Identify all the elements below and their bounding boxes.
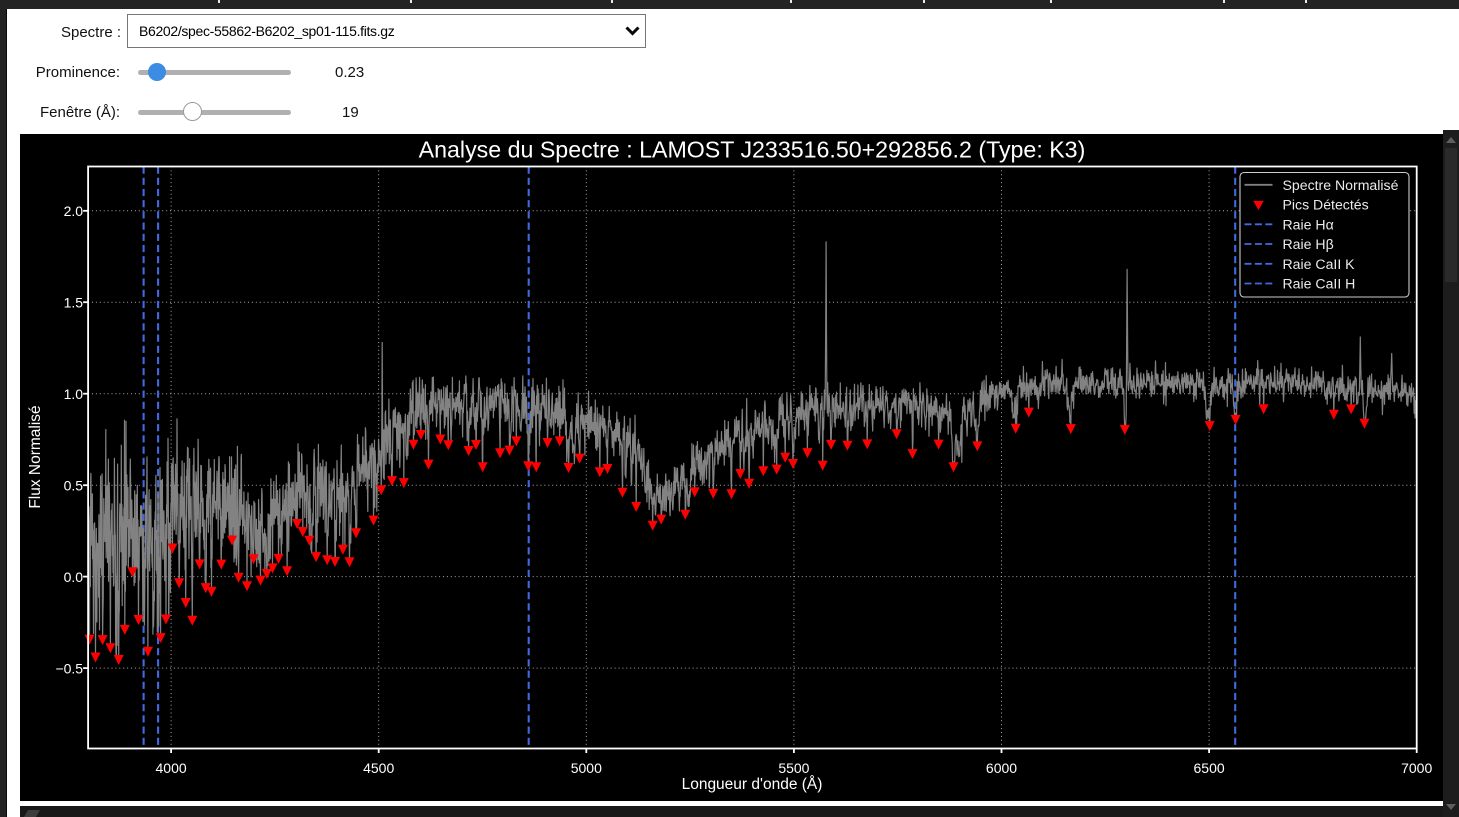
svg-text:1.0: 1.0 (64, 386, 84, 402)
svg-text:Spectre Normalisé: Spectre Normalisé (1283, 177, 1399, 193)
svg-text:Raie Hβ: Raie Hβ (1283, 236, 1334, 252)
svg-text:7000: 7000 (1401, 760, 1432, 776)
svg-text:Analyse du Spectre : LAMOST J2: Analyse du Spectre : LAMOST J233516.50+2… (419, 136, 1086, 162)
svg-text:Longueur d'onde (Å): Longueur d'onde (Å) (682, 776, 823, 793)
svg-text:5500: 5500 (778, 760, 809, 776)
svg-text:Pics Détectés: Pics Détectés (1283, 197, 1369, 213)
svg-text:Raie CaII H: Raie CaII H (1283, 276, 1356, 292)
svg-text:Flux Normalisé: Flux Normalisé (27, 405, 44, 508)
svg-text:−0.5: −0.5 (55, 660, 83, 676)
svg-text:1.5: 1.5 (64, 294, 84, 310)
svg-text:2.0: 2.0 (64, 203, 84, 219)
svg-text:4000: 4000 (156, 760, 187, 776)
svg-text:4500: 4500 (363, 760, 394, 776)
svg-text:6000: 6000 (986, 760, 1017, 776)
svg-text:Raie Hα: Raie Hα (1283, 217, 1334, 233)
svg-text:0.5: 0.5 (64, 477, 84, 493)
svg-text:0.0: 0.0 (64, 569, 84, 585)
svg-text:5000: 5000 (571, 760, 602, 776)
svg-text:Raie CaII K: Raie CaII K (1283, 256, 1356, 272)
svg-text:6500: 6500 (1194, 760, 1225, 776)
